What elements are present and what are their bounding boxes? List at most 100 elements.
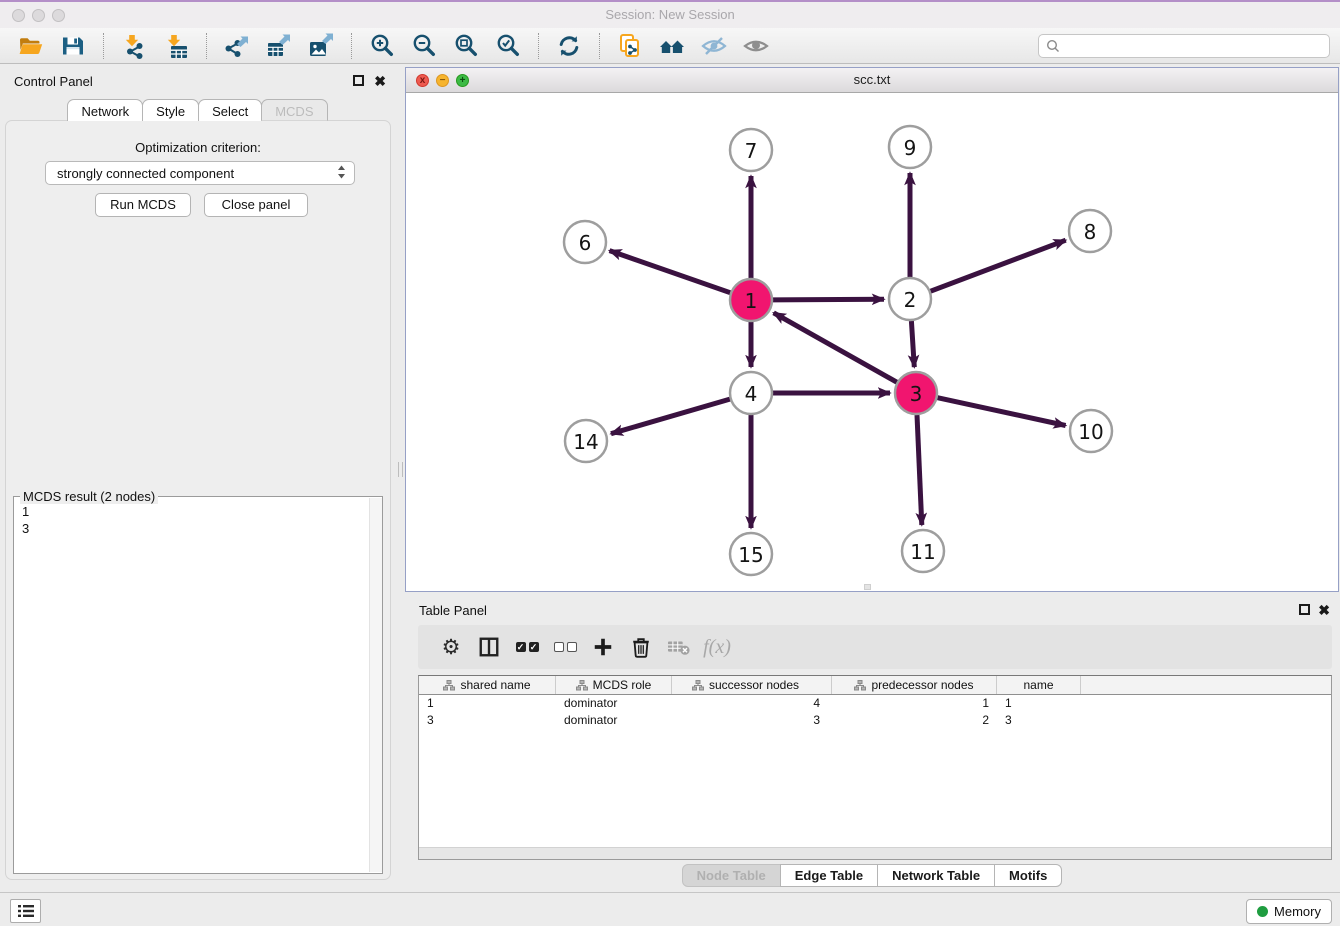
table-cell[interactable]: 2	[832, 712, 997, 729]
graph-edge-3-to-10[interactable]	[938, 398, 1066, 426]
graph-edge-1-to-6[interactable]	[610, 251, 731, 293]
titlebar: Session: New Session	[0, 2, 1340, 28]
optimization-criterion-dropdown[interactable]: strongly connected component	[45, 161, 355, 185]
column-header-MCDS-role[interactable]: MCDS role	[556, 676, 672, 694]
table-header-row: shared nameMCDS role successor nodes prede…	[419, 676, 1331, 695]
tab-style[interactable]: Style	[142, 99, 199, 121]
graph-node-label-14: 14	[573, 430, 598, 454]
zoom-selected-icon[interactable]	[493, 31, 523, 61]
close-panel-button[interactable]: Close panel	[204, 193, 308, 217]
graph-node-label-4: 4	[745, 382, 758, 406]
table-toolbar: ⚙ ✓✓ f(x)	[418, 625, 1332, 669]
duplicate-network-icon[interactable]	[615, 31, 645, 61]
run-mcds-button[interactable]: Run MCDS	[95, 193, 191, 217]
table-cell[interactable]: 1	[997, 695, 1081, 712]
delete-column-icon[interactable]	[624, 632, 658, 662]
window-resize-grip[interactable]	[864, 584, 871, 590]
table-row[interactable]: 3dominator323	[419, 712, 1331, 729]
tab-edge-table[interactable]: Edge Table	[780, 864, 878, 887]
hide-network-icon[interactable]	[699, 31, 729, 61]
main-toolbar	[0, 28, 1340, 64]
export-image-icon[interactable]	[306, 31, 336, 61]
close-table-panel-icon[interactable]: ✖	[1318, 603, 1330, 617]
table-cell[interactable]: 4	[672, 695, 832, 712]
add-column-icon[interactable]	[586, 632, 620, 662]
deselect-all-checkboxes-icon[interactable]	[548, 632, 582, 662]
graph-edge-3-to-11[interactable]	[917, 415, 922, 525]
toolbar-separator	[206, 33, 207, 59]
graph-node-label-10: 10	[1078, 420, 1103, 444]
graph-node-label-2: 2	[904, 288, 917, 312]
tab-select[interactable]: Select	[198, 99, 262, 121]
column-header-predecessor-nodes[interactable]: predecessor nodes	[832, 676, 997, 694]
column-header-name[interactable]: name	[997, 676, 1081, 694]
mcds-result-line: 1	[22, 503, 360, 520]
control-panel: Control Panel ✖ Network Style Select MCD…	[0, 64, 396, 882]
split-view-icon[interactable]	[472, 632, 506, 662]
tab-node-table[interactable]: Node Table	[682, 864, 781, 887]
toolbar-separator	[103, 33, 104, 59]
graph-edge-2-to-3[interactable]	[911, 321, 914, 367]
control-panel-title: Control Panel	[14, 74, 93, 89]
open-session-icon[interactable]	[16, 31, 46, 61]
column-sort-icon	[576, 680, 588, 691]
network-window-title: scc.txt	[406, 72, 1338, 87]
column-header-shared-name[interactable]: shared name	[419, 676, 556, 694]
table-settings-icon[interactable]: ⚙	[434, 632, 468, 662]
search-input[interactable]	[1065, 38, 1322, 53]
export-network-icon[interactable]	[222, 31, 252, 61]
toolbar-separator	[351, 33, 352, 59]
list-icon	[17, 903, 35, 919]
table-panel: Table Panel ✖ ⚙ ✓✓ f(x)	[405, 597, 1340, 892]
table-cell[interactable]: dominator	[556, 712, 672, 729]
result-scrollbar[interactable]	[369, 498, 382, 872]
window-title: Session: New Session	[0, 7, 1340, 22]
table-cell[interactable]: 3	[419, 712, 556, 729]
column-header-label: successor nodes	[709, 678, 799, 692]
network-overview-icon[interactable]	[657, 31, 687, 61]
import-network-icon[interactable]	[119, 31, 149, 61]
table-cell[interactable]: 1	[419, 695, 556, 712]
tab-network-table[interactable]: Network Table	[877, 864, 995, 887]
close-panel-icon[interactable]: ✖	[374, 74, 386, 88]
zoom-in-icon[interactable]	[367, 31, 397, 61]
save-session-icon[interactable]	[58, 31, 88, 61]
table-row[interactable]: 1dominator411	[419, 695, 1331, 712]
refresh-view-icon[interactable]	[554, 31, 584, 61]
table-cell[interactable]: 3	[672, 712, 832, 729]
select-all-checkboxes-icon[interactable]: ✓✓	[510, 632, 544, 662]
optimization-criterion-label: Optimization criterion:	[6, 140, 390, 155]
column-header-label: predecessor nodes	[871, 678, 973, 692]
graph-node-label-3: 3	[910, 382, 923, 406]
graph-edge-4-to-14[interactable]	[611, 399, 730, 434]
graph-edge-1-to-2[interactable]	[773, 299, 884, 300]
table-cell[interactable]: dominator	[556, 695, 672, 712]
memory-button[interactable]: Memory	[1246, 899, 1332, 924]
network-canvas[interactable]: 7968124314101511	[406, 94, 1338, 591]
graph-node-label-15: 15	[738, 543, 763, 567]
tab-mcds[interactable]: MCDS	[261, 99, 327, 121]
export-table-icon[interactable]	[264, 31, 294, 61]
graph-node-label-8: 8	[1084, 220, 1097, 244]
tab-motifs[interactable]: Motifs	[994, 864, 1062, 887]
graph-edge-3-to-1[interactable]	[774, 313, 897, 382]
search-field[interactable]	[1038, 34, 1330, 58]
panel-splitter-grip[interactable]	[398, 462, 403, 477]
import-table-icon[interactable]	[161, 31, 191, 61]
float-table-panel-icon[interactable]	[1299, 604, 1310, 615]
table-horizontal-scrollbar[interactable]	[419, 847, 1331, 859]
network-graph[interactable]: 7968124314101511	[406, 94, 1337, 591]
show-network-icon[interactable]	[741, 31, 771, 61]
zoom-out-icon[interactable]	[409, 31, 439, 61]
table-cell[interactable]: 3	[997, 712, 1081, 729]
network-window-titlebar[interactable]: x − + scc.txt	[406, 68, 1338, 93]
column-header-successor-nodes[interactable]: successor nodes	[672, 676, 832, 694]
task-history-button[interactable]	[10, 899, 41, 923]
zoom-fit-icon[interactable]	[451, 31, 481, 61]
toolbar-separator	[599, 33, 600, 59]
float-panel-icon[interactable]	[353, 75, 364, 86]
graph-edge-2-to-8[interactable]	[931, 240, 1066, 291]
tab-network[interactable]: Network	[67, 99, 143, 121]
graph-node-label-6: 6	[579, 231, 592, 255]
table-cell[interactable]: 1	[832, 695, 997, 712]
